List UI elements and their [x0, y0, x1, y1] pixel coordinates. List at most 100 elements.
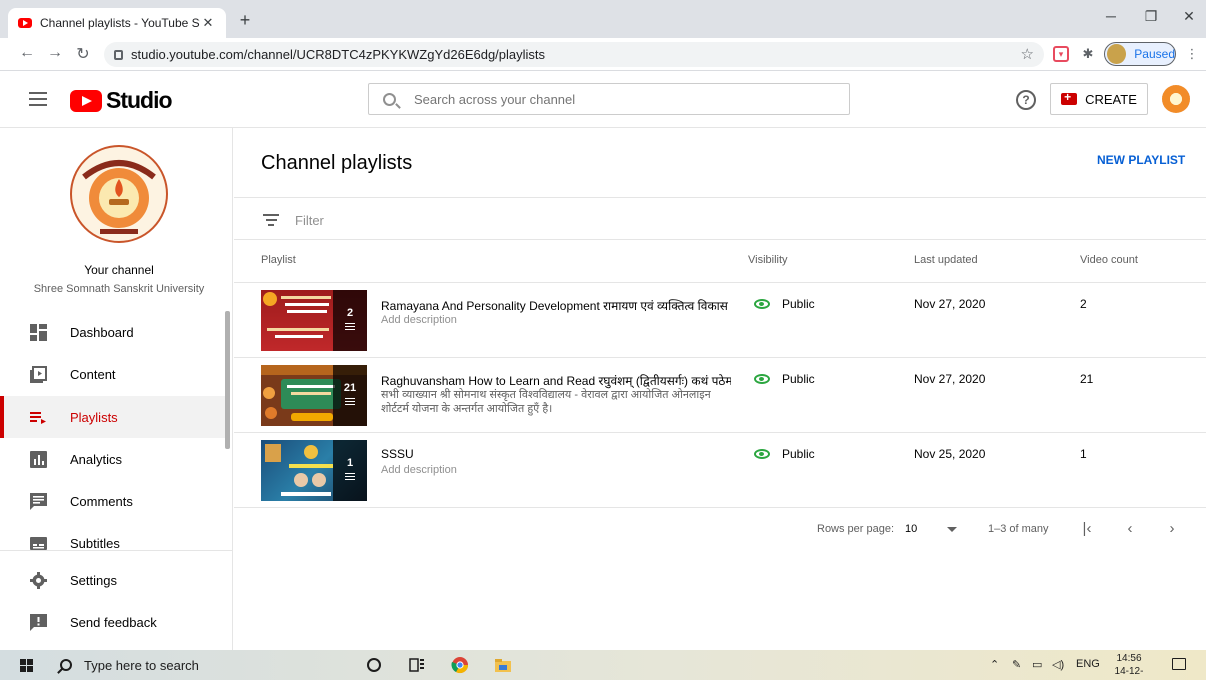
account-avatar[interactable] — [1162, 85, 1190, 113]
sidebar-item-dashboard[interactable]: Dashboard — [0, 311, 228, 353]
channel-search[interactable] — [368, 83, 850, 115]
queue-list-icon — [345, 398, 355, 405]
sidebar-item-content[interactable]: Content — [0, 353, 228, 395]
sidebar-item-label: Send feedback — [70, 614, 157, 630]
playlist-description[interactable]: Add description — [381, 463, 731, 477]
address-bar[interactable]: studio.youtube.com/channel/UCR8DTC4zPKYK… — [104, 42, 1044, 67]
network-icon[interactable]: ▭ — [1032, 658, 1042, 671]
playlist-row[interactable]: 21 Raghuvansham How to Learn and Read रघ… — [234, 358, 1206, 433]
dropdown-caret-icon[interactable] — [947, 527, 957, 532]
page-title: Channel playlists — [261, 152, 413, 174]
playlists-icon — [30, 409, 47, 426]
content-icon — [30, 365, 47, 383]
url-text: studio.youtube.com/channel/UCR8DTC4zPKYK… — [131, 47, 546, 62]
sidebar-scrollbar[interactable] — [225, 311, 230, 449]
playlist-row[interactable]: 2 Ramayana And Personality Development र… — [234, 283, 1206, 358]
playlist-title[interactable]: Raghuvansham How to Learn and Read रघुवं… — [381, 372, 731, 389]
browser-tab[interactable]: Channel playlists - YouTube Stud ✕ — [8, 8, 226, 38]
last-updated: Nov 27, 2020 — [914, 372, 986, 386]
playlist-thumbnail[interactable]: 21 — [261, 365, 367, 426]
video-count: 21 — [1080, 372, 1094, 386]
thumbnail-video-count: 1 — [333, 440, 367, 501]
column-header-last-updated[interactable]: Last updated — [914, 254, 978, 266]
playlist-title[interactable]: Ramayana And Personality Development राम… — [381, 297, 731, 314]
new-tab-icon[interactable]: + — [235, 10, 255, 31]
language-indicator[interactable]: ENG — [1076, 658, 1100, 670]
eye-icon — [754, 299, 770, 309]
visibility-status[interactable]: Public — [754, 447, 815, 461]
bookmark-star-icon[interactable]: ☆ — [1021, 45, 1034, 63]
browser-menu-icon[interactable]: ⋮ — [1184, 46, 1200, 62]
volume-icon[interactable]: ◁) — [1052, 658, 1064, 671]
forward-icon[interactable]: → — [44, 44, 66, 62]
show-hidden-icons-icon[interactable]: ⌃ — [990, 658, 999, 671]
sidebar-item-send-feedback[interactable]: Send feedback — [0, 601, 228, 643]
page-range: 1–3 of many — [988, 523, 1049, 535]
pocket-extension-icon[interactable]: ▾ — [1053, 46, 1069, 62]
windows-start-icon[interactable] — [20, 659, 33, 672]
queue-list-icon — [345, 323, 355, 330]
profile-avatar — [1107, 44, 1127, 64]
previous-page-icon[interactable]: ‹ — [1120, 520, 1140, 537]
sidebar-item-label: Settings — [70, 572, 117, 588]
visibility-status[interactable]: Public — [754, 372, 815, 386]
sidebar-item-analytics[interactable]: Analytics — [0, 438, 228, 480]
back-icon[interactable]: ← — [16, 44, 38, 62]
column-header-visibility[interactable]: Visibility — [748, 254, 788, 266]
sidebar-item-subtitles[interactable]: Subtitles — [0, 522, 228, 564]
cortana-icon[interactable] — [365, 656, 383, 674]
minimize-icon[interactable]: ─ — [1096, 8, 1126, 24]
hamburger-menu-icon[interactable] — [29, 92, 47, 106]
playlist-thumbnail[interactable]: 2 — [261, 290, 367, 351]
divider — [234, 197, 1206, 198]
lock-icon — [114, 49, 123, 60]
last-updated: Nov 25, 2020 — [914, 447, 986, 461]
profile-button[interactable]: Paused — [1104, 42, 1176, 66]
search-input[interactable] — [414, 91, 814, 107]
studio-header: Studio ? CREATE — [0, 71, 1206, 128]
playlist-description[interactable]: सभी व्याख्यान श्री सोमनाथ संस्कृत विश्वव… — [381, 388, 731, 416]
profile-status: Paused — [1134, 47, 1175, 61]
file-explorer-icon[interactable] — [494, 656, 512, 674]
extensions-puzzle-icon[interactable]: ✱ — [1080, 46, 1096, 62]
your-channel-label: Your channel — [84, 263, 154, 277]
rows-per-page-label: Rows per page: — [817, 523, 895, 535]
taskbar-search[interactable]: Type here to search — [50, 650, 350, 680]
task-view-icon[interactable] — [408, 656, 426, 674]
playlist-thumbnail[interactable]: 1 — [261, 440, 367, 501]
chrome-icon[interactable] — [451, 656, 469, 674]
next-page-icon[interactable]: › — [1162, 520, 1182, 537]
sidebar-item-comments[interactable]: Comments — [0, 480, 228, 522]
channel-name[interactable]: Shree Somnath Sanskrit University — [0, 283, 238, 295]
restore-icon[interactable]: ❐ — [1136, 8, 1166, 25]
sidebar-item-playlists[interactable]: Playlists — [0, 396, 228, 438]
tab-close-icon[interactable]: ✕ — [200, 15, 216, 31]
system-clock[interactable]: 14:56 14-12-2020 — [1104, 652, 1154, 680]
rows-per-page-select[interactable]: 10 — [905, 523, 917, 535]
sidebar-item-settings[interactable]: Settings — [0, 559, 228, 601]
help-icon[interactable]: ? — [1016, 90, 1036, 110]
playlist-title[interactable]: SSSU — [381, 447, 731, 461]
channel-logo[interactable] — [70, 145, 168, 243]
column-header-playlist: Playlist — [261, 254, 296, 266]
settings-icon — [30, 571, 47, 589]
visibility-status[interactable]: Public — [754, 297, 815, 311]
pen-icon[interactable]: ✎ — [1012, 658, 1021, 671]
filter-placeholder: Filter — [295, 212, 324, 228]
feedback-icon — [30, 613, 47, 631]
column-header-video-count[interactable]: Video count — [1080, 254, 1138, 266]
create-button[interactable]: CREATE — [1050, 83, 1148, 115]
first-page-icon[interactable]: |‹ — [1077, 520, 1097, 537]
create-label: CREATE — [1085, 91, 1137, 107]
notifications-icon[interactable] — [1172, 658, 1186, 670]
filter-icon — [263, 211, 279, 229]
playlist-row[interactable]: 1 SSSU Add description Public Nov 25, 20… — [234, 433, 1206, 508]
studio-logo[interactable]: Studio — [70, 87, 173, 114]
browser-toolbar: ← → ↻ studio.youtube.com/channel/UCR8DTC… — [0, 38, 1206, 71]
new-playlist-button[interactable]: NEW PLAYLIST — [1097, 153, 1185, 167]
window-close-icon[interactable]: ✕ — [1174, 8, 1204, 25]
playlist-description[interactable]: Add description — [381, 313, 731, 327]
reload-icon[interactable]: ↻ — [72, 44, 94, 64]
filter-bar[interactable]: Filter — [263, 211, 324, 229]
tab-title: Channel playlists - YouTube Stud — [40, 16, 200, 30]
